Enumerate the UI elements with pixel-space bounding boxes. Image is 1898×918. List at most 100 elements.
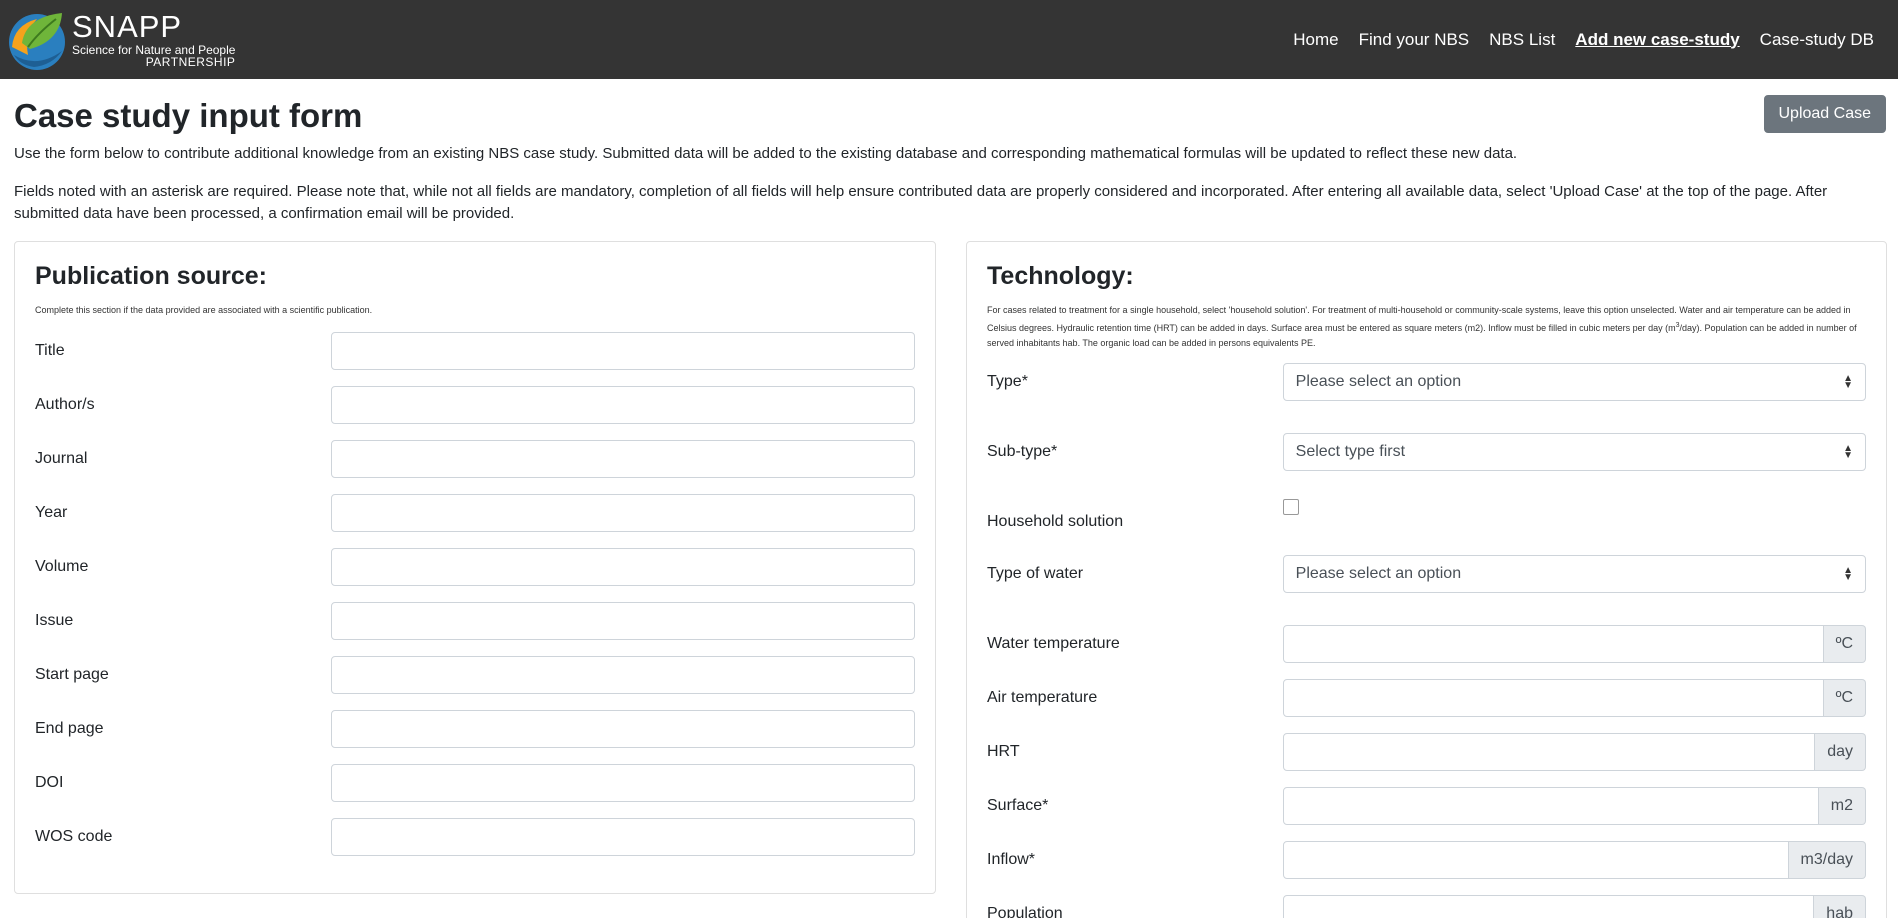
field-label: Title <box>35 342 65 359</box>
nav-add-new-case-study[interactable]: Add new case-study <box>1575 30 1739 50</box>
hrt-unit: day <box>1815 733 1866 771</box>
air-temp-row: Air temperature ºC <box>987 679 1866 717</box>
intro-text: Use the form below to contribute additio… <box>14 145 1518 162</box>
inflow-row: Inflow* m3/day <box>987 841 1866 879</box>
inflow-input[interactable] <box>1282 841 1789 879</box>
field-row: DOI <box>35 764 915 802</box>
air-temp-label: Air temperature <box>987 689 1098 706</box>
field-row: End page <box>35 710 915 748</box>
top-navbar: SNAPP Science for Nature and People PART… <box>0 0 1898 79</box>
subtype-label: Sub-type* <box>987 443 1058 460</box>
field-row: Author/s <box>35 386 915 424</box>
air-temp-unit: ºC <box>1823 679 1866 717</box>
field-label: Volume <box>35 558 89 575</box>
brand-name: SNAPP <box>72 9 183 44</box>
nav-nbs-list[interactable]: NBS List <box>1489 30 1555 50</box>
page-title: Case study input form <box>14 97 363 134</box>
water-type-select[interactable]: Please select an option ▲ ▼ <box>1282 555 1866 593</box>
population-input[interactable] <box>1282 895 1815 918</box>
journal-input[interactable] <box>331 440 915 478</box>
publication-title: Publication source: <box>35 262 267 290</box>
field-label: End page <box>35 720 104 737</box>
population-group: hab <box>1282 895 1866 918</box>
population-label: Population <box>987 905 1063 918</box>
type-select[interactable]: Please select an option ▲ ▼ <box>1282 363 1866 401</box>
field-label: Issue <box>35 612 74 629</box>
field-label: Start page <box>35 666 109 683</box>
inflow-label: Inflow* <box>987 851 1036 868</box>
field-label: Year <box>35 504 68 521</box>
subtype-select-value: Select type first <box>1295 443 1406 460</box>
air-temp-input[interactable] <box>1282 679 1824 717</box>
population-unit: hab <box>1814 895 1866 918</box>
household-checkbox[interactable] <box>1283 499 1299 515</box>
type-label: Type* <box>987 373 1028 390</box>
field-row: Year <box>35 494 915 532</box>
nav-home[interactable]: Home <box>1293 30 1338 50</box>
water-type-select-value: Please select an option <box>1295 565 1462 582</box>
water-temp-unit: ºC <box>1823 625 1866 663</box>
field-label: DOI <box>35 774 64 791</box>
inflow-unit: m3/day <box>1788 841 1866 879</box>
main-container: Upload Case Case study input form Use th… <box>0 79 1898 918</box>
year-input[interactable] <box>331 494 915 532</box>
brand[interactable]: SNAPP Science for Nature and People PART… <box>4 7 235 73</box>
household-row: Household solution <box>987 499 1866 537</box>
field-row: Issue <box>35 602 915 640</box>
surface-group: m2 <box>1282 787 1866 825</box>
technology-card: Technology: For cases related to treatme… <box>966 241 1887 918</box>
population-row: Population hab <box>987 895 1866 918</box>
water-type-row: Type of water Please select an option ▲ ▼ <box>987 555 1866 593</box>
hrt-row: HRT day <box>987 733 1866 771</box>
instructions-text: Fields noted with an asterisk are requir… <box>14 183 1828 222</box>
technology-title: Technology: <box>987 262 1134 290</box>
type-row: Type* Please select an option ▲ ▼ <box>987 363 1866 401</box>
select-caret-icon: ▲ ▼ <box>1843 443 1853 461</box>
subtype-select[interactable]: Select type first ▲ ▼ <box>1282 433 1866 471</box>
subtype-row: Sub-type* Select type first ▲ ▼ <box>987 433 1866 471</box>
field-row: Start page <box>35 656 915 694</box>
authors-input[interactable] <box>331 386 915 424</box>
nav-case-study-db[interactable]: Case-study DB <box>1760 30 1874 50</box>
surface-row: Surface* m2 <box>987 787 1866 825</box>
water-temp-group: ºC <box>1282 625 1866 663</box>
snapp-logo-icon <box>9 12 65 70</box>
field-label: Author/s <box>35 396 95 413</box>
field-row: Journal <box>35 440 915 478</box>
surface-label: Surface* <box>987 797 1049 814</box>
water-temp-row: Water temperature ºC <box>987 625 1866 663</box>
field-label: Journal <box>35 450 88 467</box>
select-caret-icon: ▲ ▼ <box>1843 565 1853 583</box>
field-row: Title <box>35 332 915 370</box>
water-temp-label: Water temperature <box>987 635 1120 652</box>
end-page-input[interactable] <box>331 710 915 748</box>
household-label: Household solution <box>987 513 1124 530</box>
hrt-label: HRT <box>987 743 1020 760</box>
nav-find-your-nbs[interactable]: Find your NBS <box>1359 30 1470 50</box>
field-row: WOS code <box>35 818 915 856</box>
air-temp-group: ºC <box>1282 679 1866 717</box>
type-select-value: Please select an option <box>1295 373 1462 390</box>
field-row: Volume <box>35 548 915 586</box>
nav-links: Home Find your NBS NBS List Add new case… <box>1293 30 1874 50</box>
upload-case-button[interactable]: Upload Case <box>1763 95 1886 133</box>
title-input[interactable] <box>331 332 915 370</box>
water-type-label: Type of water <box>987 565 1084 582</box>
select-caret-icon: ▲ ▼ <box>1843 373 1853 391</box>
hrt-input[interactable] <box>1282 733 1816 771</box>
volume-input[interactable] <box>331 548 915 586</box>
publication-card: Publication source: Complete this sectio… <box>14 241 936 894</box>
technology-note: For cases related to treatment for a sin… <box>987 303 1866 351</box>
water-temp-input[interactable] <box>1282 625 1824 663</box>
doi-input[interactable] <box>331 764 915 802</box>
surface-input[interactable] <box>1282 787 1819 825</box>
publication-note: Complete this section if the data provid… <box>35 305 373 315</box>
wos-code-input[interactable] <box>331 818 915 856</box>
issue-input[interactable] <box>331 602 915 640</box>
inflow-group: m3/day <box>1282 841 1866 879</box>
brand-tagline-2: PARTNERSHIP <box>145 55 236 69</box>
field-label: WOS code <box>35 828 113 845</box>
hrt-group: day <box>1282 733 1866 771</box>
surface-unit: m2 <box>1818 787 1866 825</box>
start-page-input[interactable] <box>331 656 915 694</box>
